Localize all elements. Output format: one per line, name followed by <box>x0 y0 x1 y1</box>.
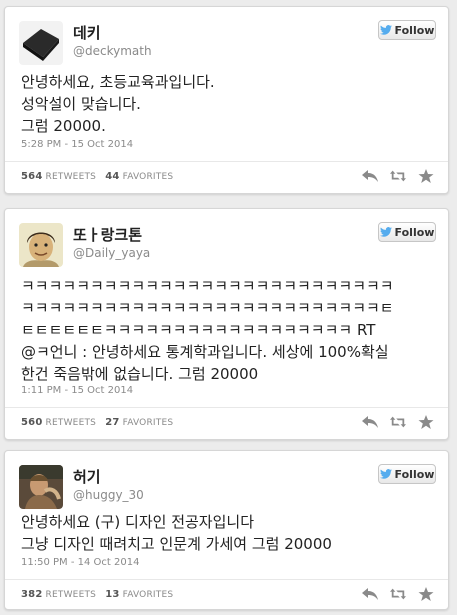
tweet-card: 허기 @huggy_30 Follow 안녕하세요 (구) 디자인 전공자입니다… <box>4 450 449 610</box>
favorite-label: FAVORITES <box>122 418 174 428</box>
retweet-label: RETWEETS <box>45 172 97 182</box>
timestamp[interactable]: 5:28 PM - 15 Oct 2014 <box>21 139 133 150</box>
avatar[interactable] <box>19 223 63 267</box>
favorite-label: FAVORITES <box>122 172 174 182</box>
username[interactable]: @huggy_30 <box>73 488 144 502</box>
divider <box>5 407 448 408</box>
avatar[interactable] <box>19 21 63 65</box>
username[interactable]: @deckymath <box>73 44 152 58</box>
twitter-bird-icon <box>379 25 392 35</box>
favorite-count: 44 <box>105 171 120 182</box>
follow-label: Follow <box>394 23 435 37</box>
retweet-count: 564 <box>21 171 43 182</box>
retweet-count: 382 <box>21 589 43 600</box>
tweet-stats: 382 RETWEETS 13 FAVORITES <box>21 589 173 600</box>
tweet-actions <box>362 586 434 601</box>
reply-icon[interactable] <box>362 414 378 428</box>
divider <box>5 579 448 580</box>
tweet-card: 또ㅏ랑크톤 @Daily_yaya Follow ㅋㅋㅋㅋㅋㅋㅋㅋㅋㅋㅋㅋㅋㅋㅋ… <box>4 208 449 440</box>
twitter-bird-icon <box>379 227 392 237</box>
follow-label: Follow <box>394 467 435 481</box>
favorite-label: FAVORITES <box>122 590 174 600</box>
reply-icon[interactable] <box>362 586 378 600</box>
tweet-card: 데키 @deckymath Follow 안녕하세요, 초등교육과입니다. 성악… <box>4 6 449 194</box>
retweet-icon[interactable] <box>390 586 406 600</box>
timestamp[interactable]: 11:50 PM - 14 Oct 2014 <box>21 557 139 568</box>
tweet-text: ㅋㅋㅋㅋㅋㅋㅋㅋㅋㅋㅋㅋㅋㅋㅋㅋㅋㅋㅋㅋㅋㅋㅋㅋㅋㅋㅋ ㅋㅋㅋㅋㅋㅋㅋㅋㅋㅋㅋㅋ… <box>21 277 394 383</box>
twitter-bird-icon <box>379 469 392 479</box>
display-name[interactable]: 허기 <box>73 466 101 487</box>
tweet-stats: 560 RETWEETS 27 FAVORITES <box>21 417 173 428</box>
favorite-star-icon[interactable] <box>418 586 434 601</box>
retweet-icon[interactable] <box>390 414 406 428</box>
favorite-count: 27 <box>105 417 120 428</box>
reply-icon[interactable] <box>362 168 378 182</box>
retweet-label: RETWEETS <box>45 418 97 428</box>
tweet-stats: 564 RETWEETS 44 FAVORITES <box>21 171 173 182</box>
username[interactable]: @Daily_yaya <box>73 246 150 260</box>
tweet-text: 안녕하세요 (구) 디자인 전공자입니다 그냥 디자인 때려치고 인문계 가세여… <box>21 513 332 553</box>
follow-button[interactable]: Follow <box>378 222 436 242</box>
avatar[interactable] <box>19 465 63 509</box>
tweet-text: 안녕하세요, 초등교육과입니다. 성악설이 맞습니다. 그럼 20000. <box>21 73 215 135</box>
favorite-star-icon[interactable] <box>418 414 434 429</box>
display-name[interactable]: 또ㅏ랑크톤 <box>73 224 142 245</box>
tweet-actions <box>362 414 434 429</box>
follow-button[interactable]: Follow <box>378 20 436 40</box>
follow-button[interactable]: Follow <box>378 464 436 484</box>
retweet-icon[interactable] <box>390 168 406 182</box>
favorite-count: 13 <box>105 589 120 600</box>
timestamp[interactable]: 1:11 PM - 15 Oct 2014 <box>21 385 133 396</box>
retweet-count: 560 <box>21 417 43 428</box>
divider <box>5 161 448 162</box>
follow-label: Follow <box>394 225 435 239</box>
tweet-actions <box>362 168 434 183</box>
retweet-label: RETWEETS <box>45 590 97 600</box>
display-name[interactable]: 데키 <box>73 22 101 43</box>
favorite-star-icon[interactable] <box>418 168 434 183</box>
